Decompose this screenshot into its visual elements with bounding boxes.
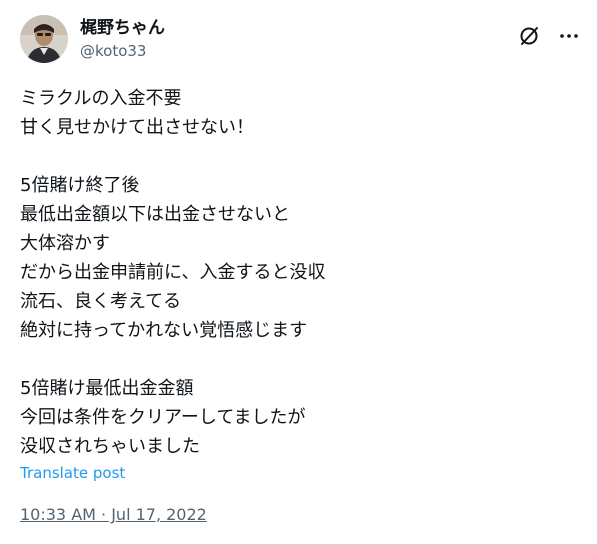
author-display-name[interactable]: 梶野ちゃん xyxy=(80,17,165,39)
post-text: ミラクルの入金不要 甘く見せかけて出させない！ 5倍賭け終了後 最低出金額以下は… xyxy=(20,88,326,457)
more-dots-icon[interactable] xyxy=(557,24,581,48)
post-timestamp[interactable]: 10:33 AM · Jul 17, 2022 xyxy=(20,504,207,526)
author-info: 梶野ちゃん @koto33 xyxy=(80,17,165,61)
post-card: 梶野ちゃん @koto33 ミラクルの入金不要 甘く見せかけて出させない！ 5倍… xyxy=(0,0,598,545)
slashed-circle-icon[interactable] xyxy=(517,24,541,48)
avatar[interactable] xyxy=(20,15,68,63)
author-handle[interactable]: @koto33 xyxy=(80,41,165,61)
translate-post-link[interactable]: Translate post xyxy=(20,463,125,483)
avatar-photo xyxy=(20,15,68,63)
